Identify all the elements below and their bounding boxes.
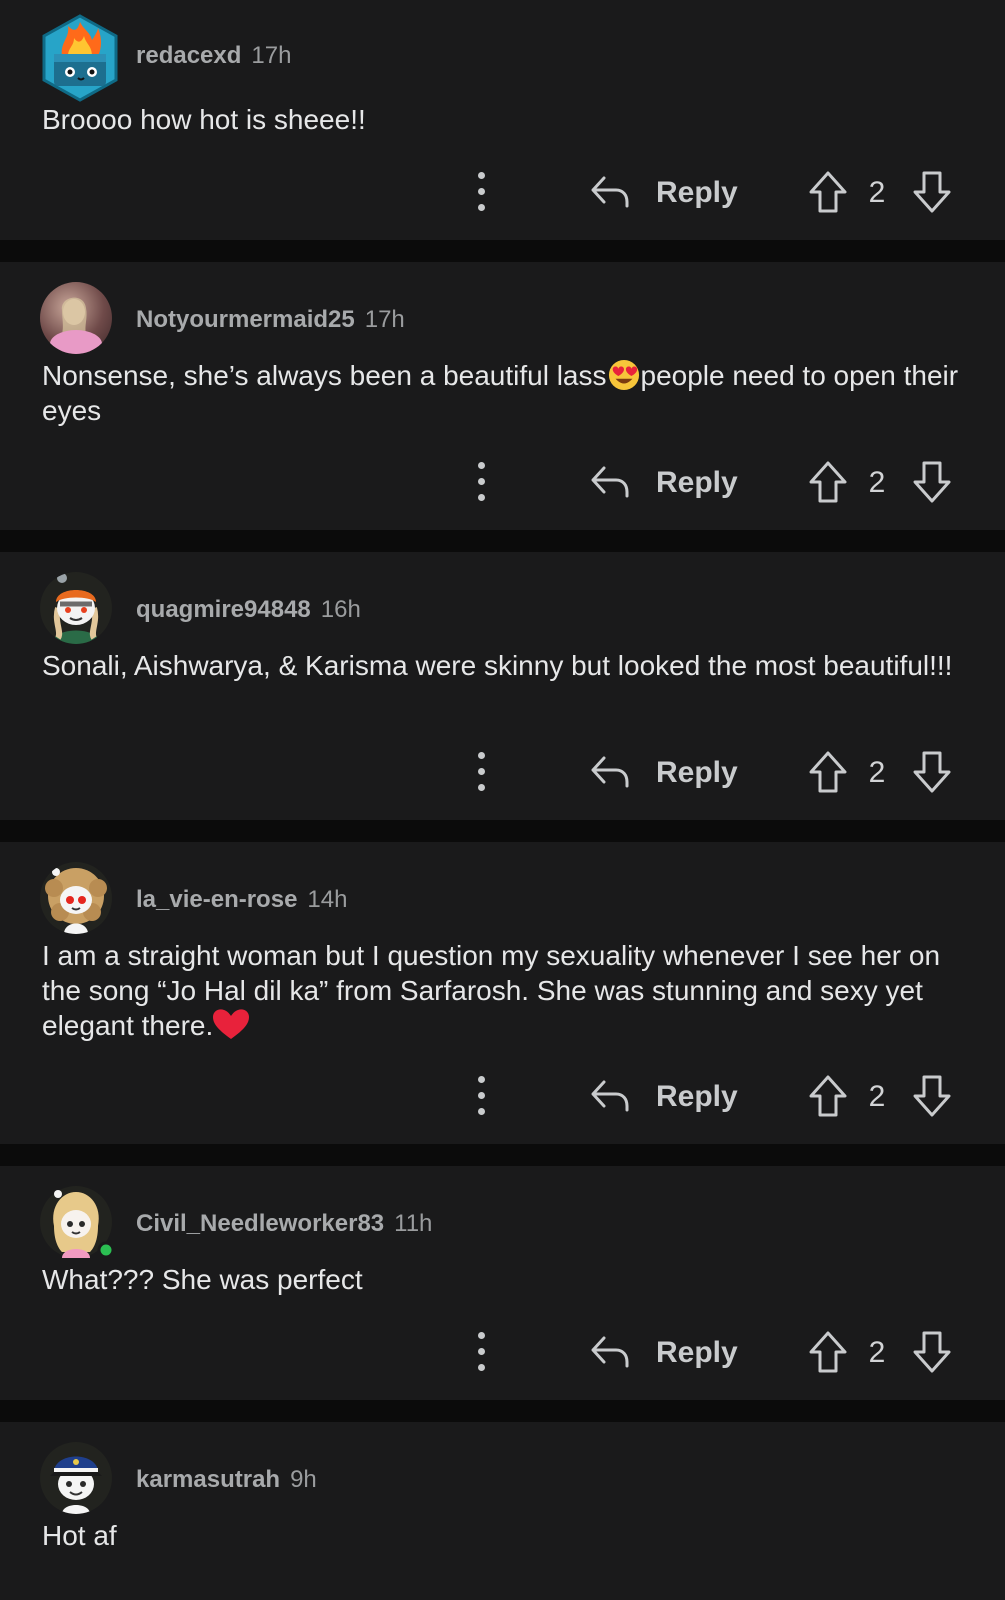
vote-count: 2 [868, 1080, 886, 1113]
downvote-icon[interactable] [912, 1074, 952, 1118]
timestamp: 17h [364, 306, 405, 333]
comment-body: What??? She was perfect [42, 1262, 982, 1297]
more-options-icon[interactable] [474, 168, 488, 216]
vote-count: 2 [868, 756, 886, 789]
comment-text: I am a straight woman but I question my … [42, 940, 941, 1041]
dumpster-fire-avatar[interactable] [40, 14, 118, 102]
vote-count: 2 [868, 1336, 886, 1369]
comment-card: Notyourmermaid25 17h Nonsense, she’s alwa… [0, 262, 1005, 530]
downvote-icon[interactable] [912, 170, 952, 214]
reply-label: Reply [656, 1080, 738, 1113]
comment-card: redacexd 17h Broooo how hot is sheee!! Re… [0, 0, 1005, 240]
more-options-icon[interactable] [474, 1328, 488, 1376]
comment-card: karmasutrah 9h Hot af [0, 1422, 1005, 1600]
comment-body: Hot af [42, 1518, 982, 1553]
reply-label: Reply [656, 756, 738, 789]
reply-arrow-icon [591, 176, 629, 208]
comment-text: What??? She was perfect [42, 1264, 363, 1295]
reply-label: Reply [656, 466, 738, 499]
comment-meta: Civil_Needleworker83 11h [136, 1210, 432, 1238]
snoo-avatar-captain[interactable] [40, 1442, 112, 1514]
comment-body: I am a straight woman but I question my … [42, 938, 982, 1043]
timestamp: 16h [320, 596, 361, 623]
red-heart-emoji-icon [213, 1009, 250, 1039]
reply-arrow-icon [591, 466, 629, 498]
reply-arrow-icon [591, 1336, 629, 1368]
timestamp: 17h [251, 42, 292, 69]
reply-label: Reply [656, 1336, 738, 1369]
comment-text: Sonali, Aishwarya, & Karisma were skinny… [42, 650, 953, 681]
reply-button[interactable]: Reply [590, 162, 738, 222]
heart-eyes-emoji-icon [608, 359, 639, 391]
downvote-icon[interactable] [912, 1330, 952, 1374]
more-options-icon[interactable] [474, 458, 488, 506]
reply-button[interactable]: Reply [590, 1066, 738, 1126]
comment-meta: la_vie-en-rose 14h [136, 886, 347, 914]
reply-arrow-icon [591, 1080, 629, 1112]
downvote-icon[interactable] [912, 460, 952, 504]
vote-count: 2 [868, 466, 886, 499]
comment-meta: redacexd 17h [136, 42, 291, 70]
comment-meta: quagmire94848 16h [136, 596, 361, 624]
comment-body: Sonali, Aishwarya, & Karisma were skinny… [42, 648, 982, 683]
upvote-icon[interactable] [808, 1330, 848, 1374]
username[interactable]: la_vie-en-rose [136, 886, 297, 913]
upvote-icon[interactable] [808, 460, 848, 504]
comment-card: Civil_Needleworker83 11h What??? She was … [0, 1166, 1005, 1400]
comment-meta: Notyourmermaid25 17h [136, 306, 405, 334]
downvote-icon[interactable] [912, 750, 952, 794]
more-options-icon[interactable] [474, 1072, 488, 1120]
username[interactable]: redacexd [136, 42, 241, 69]
comment-meta: karmasutrah 9h [136, 1466, 317, 1494]
snoo-avatar-orange[interactable] [40, 572, 112, 644]
comment-actions: Reply 2 [0, 1322, 1005, 1382]
reply-label: Reply [656, 176, 738, 209]
comment-body: Broooo how hot is sheee!! [42, 102, 982, 137]
username[interactable]: karmasutrah [136, 1466, 280, 1493]
comment-actions: Reply 2 [0, 162, 1005, 222]
comment-actions: Reply 2 [0, 742, 1005, 802]
reply-button[interactable]: Reply [590, 1322, 738, 1382]
reply-arrow-icon [591, 756, 629, 788]
comment-actions: Reply 2 [0, 452, 1005, 512]
username[interactable]: quagmire94848 [136, 596, 311, 623]
upvote-icon[interactable] [808, 750, 848, 794]
photo-avatar[interactable] [40, 282, 112, 354]
comment-text: Nonsense, she’s always been a beautiful … [42, 360, 607, 391]
vote-count: 2 [868, 176, 886, 209]
reply-button[interactable]: Reply [590, 742, 738, 802]
upvote-icon[interactable] [808, 1074, 848, 1118]
comment-card: la_vie-en-rose 14h I am a straight woman … [0, 842, 1005, 1144]
comment-text: Broooo how hot is sheee!! [42, 104, 366, 135]
timestamp: 11h [394, 1210, 433, 1237]
username[interactable]: Civil_Needleworker83 [136, 1210, 384, 1237]
timestamp: 14h [307, 886, 348, 913]
snoo-avatar-curly[interactable] [40, 862, 112, 934]
comment-body: Nonsense, she’s always been a beautiful … [42, 358, 982, 428]
reply-button[interactable]: Reply [590, 452, 738, 512]
username[interactable]: Notyourmermaid25 [136, 306, 355, 333]
comment-card: quagmire94848 16h Sonali, Aishwarya, & Ka… [0, 552, 1005, 820]
comment-text: Hot af [42, 1520, 117, 1551]
more-options-icon[interactable] [474, 748, 488, 796]
comment-actions: Reply 2 [0, 1066, 1005, 1126]
snoo-avatar-blonde[interactable] [40, 1186, 115, 1259]
upvote-icon[interactable] [808, 170, 848, 214]
timestamp: 9h [290, 1466, 317, 1493]
